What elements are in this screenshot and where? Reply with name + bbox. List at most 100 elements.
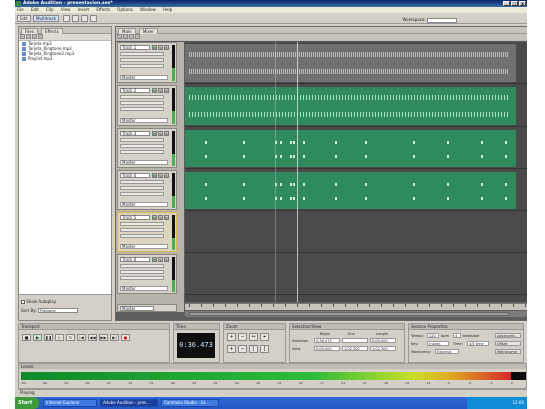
volume-control[interactable]: [120, 180, 164, 184]
record-arm-button[interactable]: R: [164, 131, 169, 136]
selection-begin-field[interactable]: 0:36.473: [314, 338, 340, 343]
menu-clip[interactable]: Clip: [46, 7, 54, 12]
rewind-button[interactable]: ◀◀: [88, 334, 97, 341]
pan-control[interactable]: [120, 58, 164, 62]
output-dropdown[interactable]: Master: [120, 118, 168, 123]
stop-button[interactable]: ■: [22, 334, 31, 341]
master-label[interactable]: Master: [120, 306, 154, 311]
zoom-out-full-button[interactable]: ↔: [249, 333, 258, 341]
track-lane[interactable]: [185, 254, 527, 295]
output-dropdown[interactable]: Master: [120, 75, 168, 80]
menu-insert[interactable]: Insert: [78, 7, 89, 12]
audio-clip[interactable]: [185, 130, 516, 167]
close-button[interactable]: x: [519, 1, 526, 6]
close-file-icon[interactable]: [26, 34, 31, 39]
eq-controls-icon[interactable]: [135, 34, 140, 39]
mute-button[interactable]: M: [152, 173, 157, 178]
sort-by-dropdown[interactable]: Filename: [37, 308, 78, 313]
file-item[interactable]: Playlist.mp3: [19, 56, 111, 61]
view-end-field[interactable]: 1:02.300: [342, 346, 368, 351]
track-name-field[interactable]: Track 3: [120, 131, 150, 136]
loop-button[interactable]: ↻: [66, 334, 75, 341]
track-name-field[interactable]: Track 5: [120, 215, 150, 220]
volume-control[interactable]: [120, 95, 164, 99]
record-arm-button[interactable]: R: [164, 173, 169, 178]
output-dropdown[interactable]: Master: [120, 202, 168, 207]
workspace-selector[interactable]: Workspace:: [403, 17, 457, 23]
zoom-left-edge-button[interactable]: [: [249, 345, 258, 353]
taskbar-item[interactable]: Internet Explorer: [43, 399, 97, 407]
maximize-button[interactable]: □: [511, 1, 518, 6]
track-name-field[interactable]: Track 6: [120, 257, 150, 262]
start-button[interactable]: Start: [15, 397, 39, 409]
checkbox-box[interactable]: [21, 300, 25, 304]
volume-control[interactable]: [120, 138, 164, 142]
volume-control[interactable]: [120, 222, 164, 226]
pan-control[interactable]: [120, 228, 164, 232]
move-tool-icon[interactable]: [72, 15, 79, 22]
zoom-out-vertical-button[interactable]: −: [238, 345, 247, 353]
metronome-button[interactable]: Metronome: [495, 349, 521, 354]
fast-forward-button[interactable]: ▶▶: [99, 334, 108, 341]
menu-view[interactable]: View: [61, 7, 71, 12]
record-button[interactable]: ●: [121, 334, 130, 341]
effects-controls-icon[interactable]: [123, 34, 128, 39]
tab-effects[interactable]: Effects: [41, 28, 63, 34]
audio-clip[interactable]: [185, 44, 516, 82]
menu-effects[interactable]: Effects: [96, 7, 110, 12]
output-dropdown[interactable]: Master: [120, 244, 168, 249]
go-to-start-button[interactable]: |◀: [77, 334, 86, 341]
beats-field[interactable]: 4: [453, 333, 461, 338]
record-arm-button[interactable]: R: [164, 215, 169, 220]
track-name-field[interactable]: Track 1: [120, 45, 150, 50]
selection-length-field[interactable]: 0:00.000: [370, 338, 396, 343]
volume-control[interactable]: [120, 264, 164, 268]
menu-help[interactable]: Help: [163, 7, 172, 12]
input-selector[interactable]: [120, 192, 164, 196]
edit-file-icon[interactable]: [32, 34, 37, 39]
zoom-in-vertical-button[interactable]: +: [227, 345, 236, 353]
advanced-button[interactable]: Advanced...: [495, 333, 521, 338]
volume-control[interactable]: [120, 52, 164, 56]
sends-controls-icon[interactable]: [129, 34, 134, 39]
track-name-field[interactable]: Track 4: [120, 173, 150, 178]
track-lane[interactable]: [185, 128, 527, 169]
minimize-button[interactable]: _: [503, 1, 510, 6]
show-autoplay-checkbox[interactable]: Show Autoplay: [21, 299, 56, 304]
volume-controls-icon[interactable]: [117, 34, 122, 39]
zoom-in-horizontal-button[interactable]: +: [227, 333, 236, 341]
mute-button[interactable]: M: [152, 257, 157, 262]
pan-control[interactable]: [120, 186, 164, 190]
play-button[interactable]: ▶: [33, 334, 42, 341]
menu-window[interactable]: Window: [140, 7, 156, 12]
insert-into-multitrack-icon[interactable]: [38, 34, 43, 39]
multitrack-view-button[interactable]: Multitrack: [33, 15, 59, 22]
zoom-right-edge-button[interactable]: ]: [260, 345, 269, 353]
playhead-cursor[interactable]: [297, 42, 298, 302]
view-begin-field[interactable]: 0:00.000: [314, 346, 340, 351]
taskbar-item[interactable]: Camtasia Studio - Gr...: [161, 399, 219, 407]
solo-button[interactable]: S: [158, 215, 163, 220]
audio-clip[interactable]: [185, 172, 516, 209]
track-lane[interactable]: [185, 212, 527, 253]
offset-button[interactable]: Offset: [495, 341, 521, 346]
mute-button[interactable]: M: [152, 88, 157, 93]
menu-edit[interactable]: Edit: [31, 7, 39, 12]
track-lane[interactable]: [185, 170, 527, 211]
track-name-field[interactable]: Track 2: [120, 88, 150, 93]
monitoring-dropdown[interactable]: External: [435, 349, 459, 354]
selection-end-field[interactable]: [342, 338, 368, 343]
tempo-field[interactable]: 120: [427, 333, 439, 338]
input-selector[interactable]: [120, 150, 164, 154]
pan-control[interactable]: [120, 101, 164, 105]
record-arm-button[interactable]: R: [164, 88, 169, 93]
solo-button[interactable]: S: [158, 131, 163, 136]
play-from-cursor-button[interactable]: ▷: [55, 334, 64, 341]
record-arm-button[interactable]: R: [164, 257, 169, 262]
workspace-dropdown[interactable]: [427, 17, 457, 23]
pause-button[interactable]: ❚❚: [44, 334, 53, 341]
record-arm-button[interactable]: R: [164, 45, 169, 50]
pan-control[interactable]: [120, 144, 164, 148]
mute-button[interactable]: M: [152, 45, 157, 50]
track-lane[interactable]: [185, 42, 527, 84]
